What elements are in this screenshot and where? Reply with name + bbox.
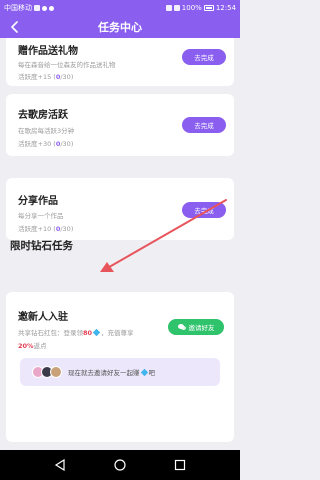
invite-friends-button[interactable]: 邀请好友 (168, 319, 224, 335)
task-card-share: 分享作品 每分享一个作品 活跃度+10 (0/30) 去完成 (6, 178, 234, 240)
nav-home-button[interactable] (112, 457, 128, 473)
invite-friends-label: 邀请好友 (188, 324, 215, 332)
go-complete-button[interactable]: 去完成 (182, 202, 226, 218)
go-complete-button[interactable]: 去完成 (182, 49, 226, 65)
notification-icon (34, 5, 40, 11)
battery-icon (203, 5, 214, 11)
invite-text: ，充值尊享 (101, 329, 134, 337)
section-title-limited: 限时钻石任务 (10, 240, 73, 252)
invite-banner-suffix: 吧 (148, 369, 156, 377)
wechat-icon (177, 323, 186, 331)
invite-text: 共享钻石红包：登录领 (18, 329, 83, 337)
nav-recents-button[interactable] (172, 457, 188, 473)
invite-banner-text: 现在就去邀请好友一起赚 (68, 369, 140, 377)
invite-description-line2: 20%返点 (18, 340, 47, 350)
signal-icon (173, 5, 180, 11)
task-progress-total: /30) (60, 140, 74, 148)
task-description: 每在森音给一位森友的作品送礼物 (18, 61, 116, 69)
diamond-icon (140, 368, 148, 376)
invite-description-line1: 共享钻石红包：登录领80 ，充值尊享 (18, 327, 134, 337)
system-nav-bar (0, 450, 240, 480)
task-card-karaoke: 去歌房活跃 在歌房每活跃3分钟 活跃度+30 (0/30) 去完成 (6, 94, 234, 156)
status-bar: 中国移动 100% 12:54 (0, 0, 240, 16)
task-card-gift: 赠作品送礼物 每在森音给一位森友的作品送礼物 活跃度+15 (0/30) 去完成 (6, 38, 234, 86)
status-bar-right: 100% 12:54 (165, 4, 236, 12)
back-button[interactable] (6, 18, 24, 36)
invite-amount: 80 (83, 329, 93, 337)
status-bar-left: 中国移动 (4, 3, 54, 13)
circle-home-icon (114, 459, 126, 471)
wifi-icon (165, 5, 172, 11)
avatar (50, 366, 62, 378)
header: 任务中心 (0, 16, 240, 38)
task-description: 在歌房每活跃3分钟 (18, 127, 75, 135)
battery-percent: 100% (181, 4, 202, 12)
task-reward: 活跃度+10 (0/30) (18, 223, 73, 233)
task-reward: 活跃度+30 (0/30) (18, 138, 73, 148)
task-reward-text: 活跃度+10 ( (18, 225, 56, 233)
triangle-back-icon (54, 459, 65, 471)
message-icon (49, 5, 54, 11)
nav-back-button[interactable] (52, 457, 68, 473)
task-title: 去歌房活跃 (18, 110, 68, 121)
chat-icon (42, 5, 47, 11)
task-reward: 活跃度+15 (0/30) (18, 71, 73, 81)
page-title: 任务中心 (98, 21, 142, 34)
task-progress-total: /30) (60, 73, 74, 81)
invite-banner[interactable]: 现在就去邀请好友一起赚吧 (20, 358, 220, 386)
back-arrow-icon (11, 21, 18, 33)
task-title: 分享作品 (18, 196, 58, 207)
invite-percent: 20% (18, 342, 34, 350)
carrier-label: 中国移动 (4, 4, 32, 12)
invite-text: 返点 (33, 342, 47, 350)
task-progress-total: /30) (60, 225, 74, 233)
invite-title: 邀新人入驻 (18, 312, 68, 323)
invite-card: 邀新人入驻 共享钻石红包：登录领80 ，充值尊享 20%返点 邀请好友 现在就去邀… (6, 292, 234, 442)
avatar-group (32, 366, 62, 378)
diamond-icon (92, 328, 101, 337)
task-description: 每分享一个作品 (18, 212, 64, 220)
task-reward-text: 活跃度+15 ( (18, 73, 56, 81)
task-reward-text: 活跃度+30 ( (18, 140, 56, 148)
task-title: 赠作品送礼物 (18, 46, 78, 57)
square-recents-icon (174, 459, 186, 471)
go-complete-button[interactable]: 去完成 (182, 117, 226, 133)
task-list[interactable]: 赠作品送礼物 每在森音给一位森友的作品送礼物 活跃度+15 (0/30) 去完成… (0, 38, 240, 450)
clock: 12:54 (215, 4, 236, 12)
